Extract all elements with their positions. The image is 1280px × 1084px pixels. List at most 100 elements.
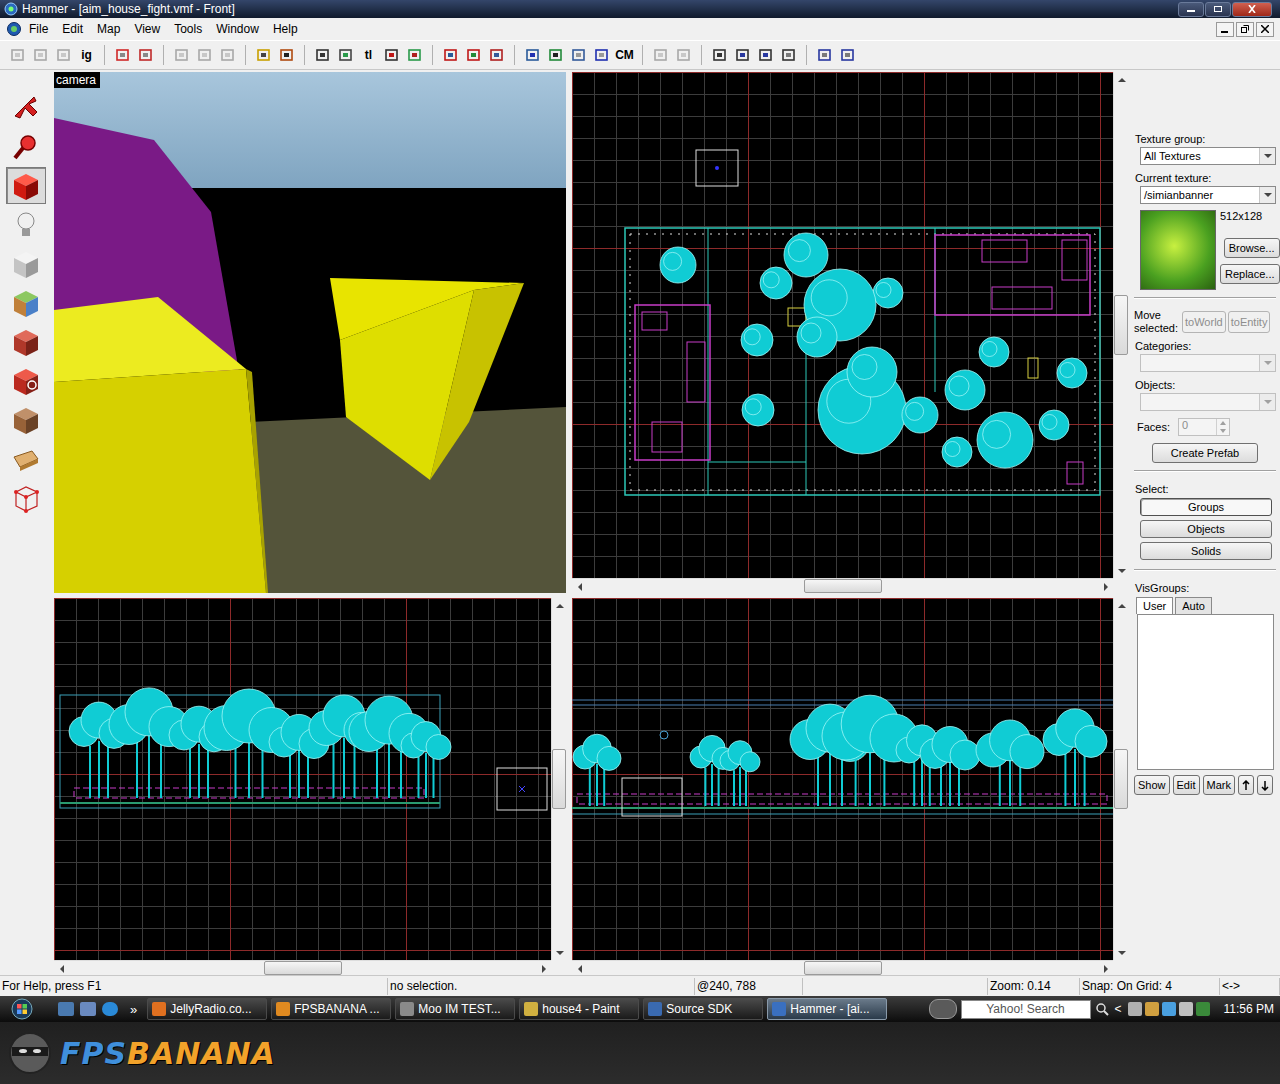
grid-canvas[interactable]	[572, 72, 1113, 578]
scroll-thumb[interactable]	[264, 961, 342, 975]
scroll-right-button[interactable]	[1098, 961, 1113, 976]
toolbar-button[interactable]	[544, 44, 567, 66]
toolbar-text-button[interactable]: ig	[75, 44, 98, 66]
tool-button[interactable]	[6, 245, 46, 282]
toolbar-button[interactable]	[170, 44, 193, 66]
toolbar-button[interactable]	[590, 44, 613, 66]
create-prefab-button[interactable]: Create Prefab	[1152, 443, 1258, 463]
objects-dropdown[interactable]	[1140, 393, 1276, 411]
toolbar-button[interactable]	[521, 44, 544, 66]
menu-item[interactable]: File	[22, 22, 55, 36]
scroll-thumb[interactable]	[552, 749, 566, 809]
tool-button[interactable]	[6, 89, 46, 126]
toolbar-button[interactable]	[29, 44, 52, 66]
scroll-up-button[interactable]	[552, 598, 567, 613]
doc-restore-button[interactable]	[1236, 22, 1254, 37]
toolbar-button[interactable]	[52, 44, 75, 66]
scroll-down-button[interactable]	[1114, 563, 1129, 578]
top-viewport[interactable]	[572, 72, 1128, 593]
toolbar-button[interactable]	[275, 44, 298, 66]
volume-icon[interactable]	[1179, 1002, 1193, 1016]
toolbar-button[interactable]	[708, 44, 731, 66]
scroll-track[interactable]	[1114, 87, 1128, 563]
hp-logo-icon[interactable]	[929, 999, 957, 1019]
scroll-thumb[interactable]	[804, 961, 882, 975]
toolbar-button[interactable]	[334, 44, 357, 66]
visgroup-button[interactable]: Show	[1134, 775, 1170, 795]
toolbar-button[interactable]	[462, 44, 485, 66]
scroll-right-button[interactable]	[1098, 579, 1113, 594]
replace-button[interactable]: Replace...	[1220, 264, 1280, 284]
tool-button[interactable]	[6, 167, 46, 204]
toolbar-button[interactable]	[754, 44, 777, 66]
categories-dropdown[interactable]	[1140, 354, 1276, 372]
minimize-button[interactable]	[1178, 2, 1204, 17]
visgroup-button[interactable]: Mark	[1203, 775, 1235, 795]
tool-button[interactable]	[6, 362, 46, 399]
taskbar-button[interactable]: JellyRadio.co...	[147, 998, 267, 1020]
toolbar-button[interactable]	[216, 44, 239, 66]
toolbar-button[interactable]	[134, 44, 157, 66]
scroll-track[interactable]	[69, 961, 536, 975]
taskbar-button[interactable]: FPSBANANA ...	[271, 998, 391, 1020]
menu-item[interactable]: Tools	[167, 22, 209, 36]
internet-explorer-icon[interactable]	[102, 1002, 118, 1016]
move-button[interactable]: toEntity	[1228, 311, 1271, 333]
scroll-left-button[interactable]	[572, 961, 587, 976]
vertical-scrollbar[interactable]	[1113, 598, 1128, 960]
tool-button[interactable]	[6, 323, 46, 360]
texture-thumbnail[interactable]	[1140, 210, 1216, 290]
tray-expand[interactable]: <	[1113, 1002, 1124, 1016]
taskbar-button[interactable]: house4 - Paint	[519, 998, 639, 1020]
doc-close-button[interactable]	[1256, 22, 1274, 37]
restore-button[interactable]	[1205, 2, 1231, 17]
current-texture-dropdown[interactable]: /simianbanner	[1140, 186, 1276, 204]
tool-button[interactable]	[6, 440, 46, 477]
toolbar-button[interactable]	[731, 44, 754, 66]
visgroup-button[interactable]: Edit	[1173, 775, 1200, 795]
scroll-left-button[interactable]	[54, 961, 69, 976]
search-icon[interactable]	[1095, 1002, 1109, 1016]
search-box[interactable]: Yahoo! Search	[961, 1000, 1091, 1019]
scroll-right-button[interactable]	[536, 961, 551, 976]
show-desktop-icon[interactable]	[58, 1002, 74, 1016]
browse-button[interactable]: Browse...	[1224, 238, 1280, 258]
scroll-thumb[interactable]	[1114, 295, 1128, 355]
visgroup-tab[interactable]: User	[1136, 597, 1173, 614]
scroll-track[interactable]	[552, 613, 566, 945]
close-button[interactable]	[1232, 2, 1272, 17]
toolbar-button[interactable]	[813, 44, 836, 66]
visgroup-tab[interactable]: Auto	[1175, 597, 1212, 614]
tool-button[interactable]	[6, 284, 46, 321]
toolbar-button[interactable]	[777, 44, 800, 66]
menu-item[interactable]: Edit	[55, 22, 90, 36]
toolbar-button[interactable]	[672, 44, 695, 66]
taskbar-button[interactable]: Moo IM TEST...	[395, 998, 515, 1020]
spin-up-button[interactable]	[1216, 419, 1229, 427]
grid-canvas[interactable]	[54, 598, 551, 960]
toolbar-button[interactable]	[252, 44, 275, 66]
dropdown-button[interactable]	[1259, 394, 1275, 410]
taskbar-button[interactable]: Source SDK	[643, 998, 763, 1020]
faces-spinner[interactable]: 0	[1178, 418, 1230, 436]
toolbar-button[interactable]	[111, 44, 134, 66]
camera-viewport[interactable]: camera	[54, 72, 566, 593]
select-mode-button[interactable]: Groups	[1140, 498, 1272, 516]
scroll-up-button[interactable]	[1114, 72, 1129, 87]
tray-app-icon[interactable]	[1145, 1002, 1159, 1016]
dropdown-button[interactable]	[1259, 187, 1275, 203]
scroll-track[interactable]	[587, 579, 1098, 593]
switch-windows-icon[interactable]	[80, 1002, 96, 1016]
menu-item[interactable]: Map	[90, 22, 127, 36]
horizontal-scrollbar[interactable]	[54, 960, 551, 975]
toolbar-text-button[interactable]: tl	[357, 44, 380, 66]
scroll-up-button[interactable]	[1114, 598, 1129, 613]
vertical-scrollbar[interactable]	[1113, 72, 1128, 578]
scroll-thumb[interactable]	[804, 579, 882, 593]
toolbar-button[interactable]	[380, 44, 403, 66]
scroll-track[interactable]	[1114, 613, 1128, 945]
tray-app-icon[interactable]	[1128, 1002, 1142, 1016]
tray-app-icon[interactable]	[1196, 1002, 1210, 1016]
toolbar-button[interactable]	[193, 44, 216, 66]
toolbar-button[interactable]	[311, 44, 334, 66]
